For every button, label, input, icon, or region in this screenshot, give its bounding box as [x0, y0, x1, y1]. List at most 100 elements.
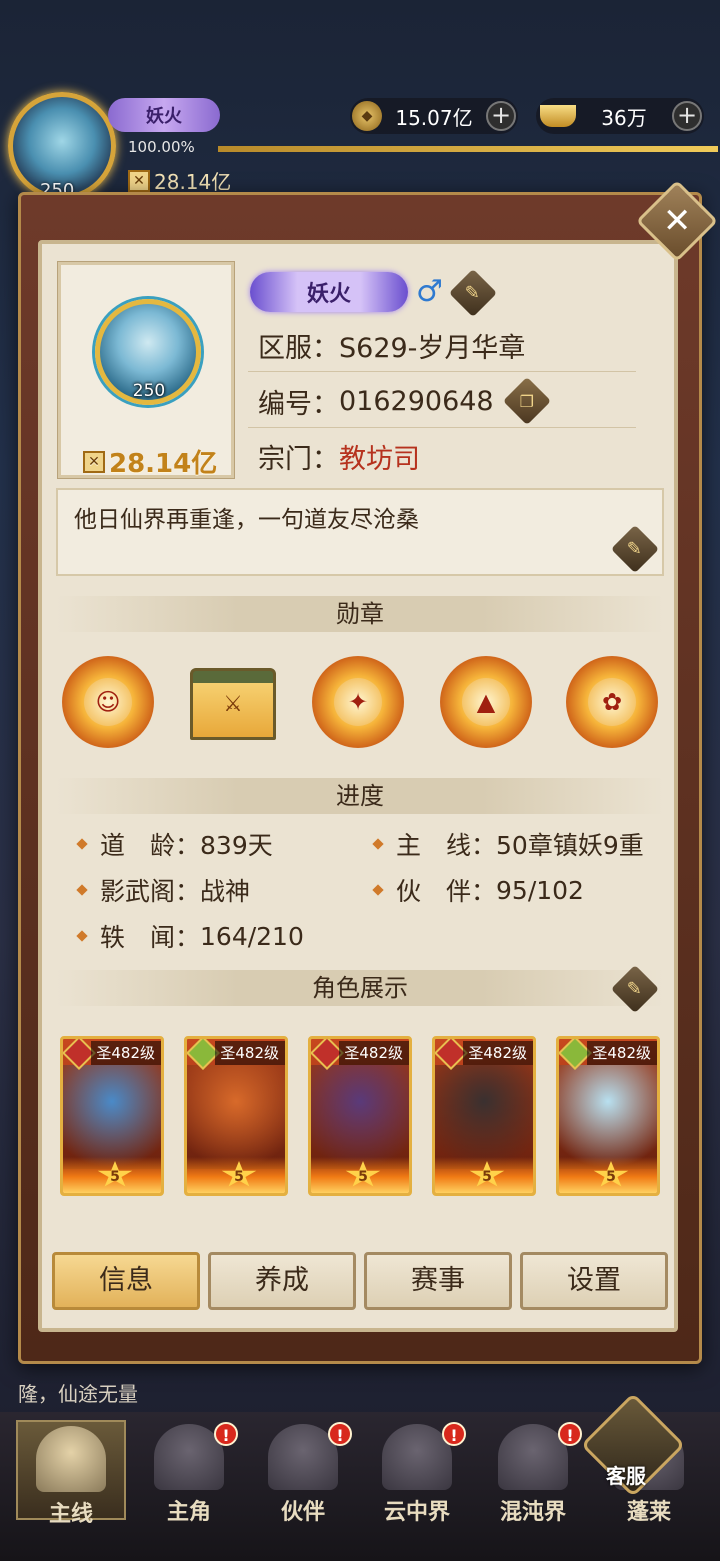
hero-level: 圣482级 — [463, 1041, 533, 1065]
nav-hero-label: 主角 — [166, 1500, 211, 1525]
medal-core: ✿ — [588, 678, 636, 726]
alert-badge: ! — [214, 1422, 238, 1446]
player-power-value: 28.14亿 — [154, 170, 232, 194]
nav-partner-label: 伙伴 — [280, 1500, 325, 1525]
exp-bar-fill — [218, 146, 718, 152]
hero-portrait — [559, 1065, 657, 1169]
hero-card[interactable]: 圣482级 5 — [432, 1036, 536, 1196]
stat-age-label: 道 龄： — [100, 831, 201, 860]
sect-value[interactable]: 教坊司 — [339, 437, 420, 476]
stat-age-value: 839天 — [200, 831, 273, 860]
nav-cloud-label: 云中界 — [383, 1500, 450, 1525]
hero-level: 圣482级 — [91, 1041, 161, 1065]
stat-main-label: 主 线： — [396, 831, 497, 860]
exp-bar — [218, 146, 718, 152]
hero-card[interactable]: 圣482级 5 — [184, 1036, 288, 1196]
nav-chaos-label: 混沌界 — [499, 1500, 566, 1525]
server-value: S629-岁月华章 — [339, 333, 526, 364]
bullet-icon — [76, 838, 88, 850]
nav-chaos[interactable]: 混沌界 ! — [478, 1420, 588, 1525]
tab-train[interactable]: 养成 — [208, 1252, 356, 1310]
medal-core: ▲ — [462, 678, 510, 726]
tab-info[interactable]: 信息 — [52, 1252, 200, 1310]
alert-badge: ! — [328, 1422, 352, 1446]
medal-lotus-icon[interactable]: ✿ — [566, 656, 658, 748]
tab-event[interactable]: 赛事 — [364, 1252, 512, 1310]
hero-card[interactable]: 圣482级 5 — [308, 1036, 412, 1196]
medal-core: ☺ — [84, 678, 132, 726]
signature-text: 他日仙界再重逢，一句道友尽沧桑 — [74, 507, 419, 533]
bullet-icon — [372, 884, 384, 896]
nav-main[interactable]: 主线 — [16, 1420, 126, 1527]
stat-partner-label: 伙 伴： — [396, 877, 497, 906]
customer-service-label[interactable]: 客服 — [606, 1460, 646, 1489]
id-row: 编号： 016290648 — [248, 376, 636, 428]
medal-core: ✦ — [334, 678, 382, 726]
tab-settings[interactable]: 设置 — [520, 1252, 668, 1310]
profile-power-value: 28.14亿 — [109, 449, 218, 479]
gold-amount: 36万 — [601, 105, 647, 130]
showcase-header: 角色展示 — [56, 970, 664, 1006]
power-icon: ✕ — [83, 450, 105, 473]
server-row: 区服： S629-岁月华章 — [248, 320, 636, 372]
hero-portrait — [311, 1065, 409, 1169]
hero-portrait — [63, 1065, 161, 1169]
gold-counter: 36万 + — [536, 98, 704, 134]
stat-age: 道 龄： 839天 — [76, 826, 273, 862]
coin-counter: ◆ 15.07亿 + — [350, 98, 518, 134]
coin-amount: 15.07亿 — [395, 105, 473, 130]
stat-lore: 轶 闻： 164/210 — [76, 918, 304, 954]
hero-portrait — [435, 1065, 533, 1169]
id-label: 编号： — [258, 389, 339, 420]
power-icon: ✕ — [128, 169, 150, 192]
stat-shadow-value: 战神 — [200, 877, 251, 906]
hero-level: 圣482级 — [339, 1041, 409, 1065]
title-badge[interactable]: 妖火 — [250, 272, 408, 312]
stat-lore-label: 轶 闻： — [100, 923, 201, 952]
sect-row: 宗门： 教坊司 — [248, 430, 636, 482]
brush-icon: ✎ — [465, 282, 481, 304]
medal-maiden-icon[interactable]: ☺ — [62, 656, 154, 748]
profile-level: 250 — [132, 381, 166, 401]
nav-main-label: 主线 — [48, 1502, 93, 1527]
nav-cloud[interactable]: 云中界 ! — [362, 1420, 472, 1525]
player-power: ✕ 28.14亿 — [128, 166, 231, 195]
medal-flame-icon[interactable]: ✦ — [312, 656, 404, 748]
hero-card[interactable]: 圣482级 5 — [556, 1036, 660, 1196]
add-coin-button[interactable]: + — [486, 101, 516, 131]
gender-male-icon: ♂ — [416, 274, 443, 309]
portrait-card: 250 ✕ 28.14亿 — [58, 262, 234, 480]
nav-partner[interactable]: 伙伴 ! — [248, 1420, 358, 1525]
signature-box: 他日仙界再重逢，一句道友尽沧桑 — [56, 488, 664, 576]
stat-partner-value: 95/102 — [496, 875, 584, 905]
sect-label: 宗门： — [258, 443, 339, 475]
stat-main: 主 线： 50章镇妖9重 — [372, 826, 644, 862]
player-title-badge: 妖火 — [108, 98, 220, 132]
bullet-icon — [372, 838, 384, 850]
brush-icon: ✎ — [627, 978, 643, 1000]
gold-ingot-icon — [540, 105, 576, 127]
stat-shadow-label: 影武阁： — [100, 877, 201, 906]
nav-penglai-label: 蓬莱 — [626, 1500, 671, 1525]
hero-card[interactable]: 圣482级 5 — [60, 1036, 164, 1196]
add-gold-button[interactable]: + — [672, 101, 702, 131]
stat-lore-value: 164/210 — [200, 921, 304, 951]
alert-badge: ! — [442, 1422, 466, 1446]
coin-icon: ◆ — [352, 101, 382, 131]
crossed-swords-icon — [36, 1426, 106, 1492]
hero-portrait — [187, 1065, 285, 1169]
copy-icon: ❐ — [519, 391, 535, 411]
bullet-icon — [76, 930, 88, 942]
progress-header: 进度 — [56, 778, 664, 814]
close-icon: ✕ — [662, 201, 692, 241]
server-label: 区服： — [258, 333, 339, 364]
profile-power: ✕ 28.14亿 — [83, 443, 217, 480]
hero-level: 圣482级 — [587, 1041, 657, 1065]
bullet-icon — [76, 884, 88, 896]
chat-message[interactable]: 隆，仙途无量 — [18, 1378, 138, 1407]
nav-hero[interactable]: 主角 ! — [134, 1420, 244, 1525]
medal-gate-icon[interactable]: ⚔ — [190, 668, 276, 740]
medal-mountain-icon[interactable]: ▲ — [440, 656, 532, 748]
brush-icon: ✎ — [627, 538, 643, 560]
medals-header: 勋章 — [56, 596, 664, 632]
